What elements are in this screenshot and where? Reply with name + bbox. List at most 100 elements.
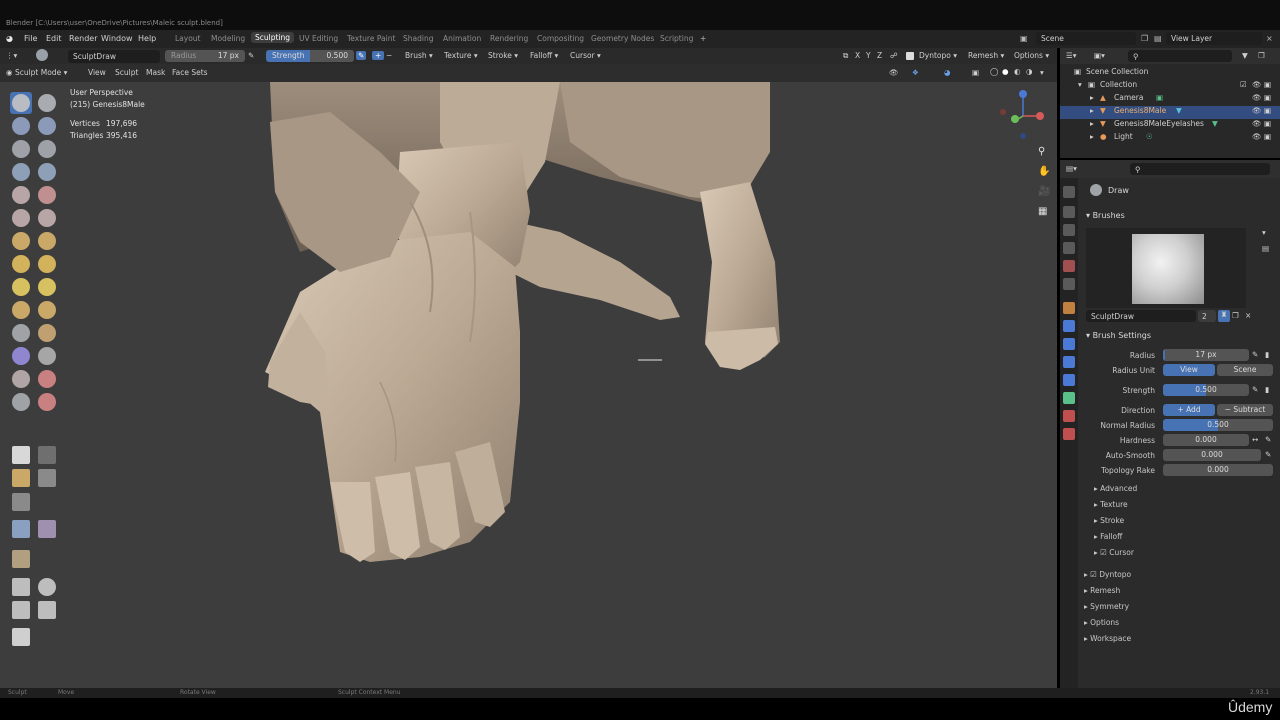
cloth-filter-icon[interactable] xyxy=(38,520,56,538)
overlays-icon[interactable]: ◕ xyxy=(944,68,951,77)
outliner-search-input[interactable]: ⚲ xyxy=(1128,50,1232,62)
draw-face-sets-brush-icon[interactable] xyxy=(38,393,56,411)
strength-pin-icon[interactable]: ▮ xyxy=(1265,385,1269,394)
elastic-deform-brush-icon[interactable] xyxy=(12,278,30,296)
tab-sculpting[interactable]: Sculpting xyxy=(251,32,295,43)
brush-preview-frame[interactable] xyxy=(1086,228,1246,308)
shading-rendered-icon[interactable]: ◑ xyxy=(1026,67,1033,76)
camera-view-icon[interactable]: 🎥 xyxy=(1038,186,1050,197)
outliner-editor-icon[interactable]: ☰▾ xyxy=(1066,51,1077,60)
inflate-brush-icon[interactable] xyxy=(12,163,30,181)
navigation-gizmo[interactable] xyxy=(995,86,1055,146)
menu-window[interactable]: Window xyxy=(101,34,133,43)
scene-tab-icon[interactable] xyxy=(1063,260,1075,272)
clay-thumb-brush-icon[interactable] xyxy=(12,140,30,158)
annotate-tool-icon[interactable] xyxy=(12,628,30,646)
direction-add-button[interactable]: + Add xyxy=(1163,404,1215,416)
boundary-brush-icon[interactable] xyxy=(38,347,56,365)
expand-arrow-icon[interactable]: ▸ xyxy=(1090,106,1094,115)
blob-brush-icon[interactable] xyxy=(38,163,56,181)
nudge-brush-icon[interactable] xyxy=(12,324,30,342)
normal-radius-field[interactable]: 0.500 xyxy=(1163,419,1273,431)
pose-brush-icon[interactable] xyxy=(38,301,56,319)
simplify-brush-icon[interactable] xyxy=(38,370,56,388)
fill-brush-icon[interactable] xyxy=(38,209,56,227)
outliner-row-scene-collection[interactable]: ▣ Scene Collection xyxy=(1060,67,1280,80)
direction-add-icon[interactable]: + xyxy=(372,51,385,60)
brush-presets-icon[interactable]: ▤ xyxy=(1262,244,1269,253)
brush-menu[interactable]: Brush ▾ xyxy=(405,51,433,60)
radius-unit-scene-button[interactable]: Scene xyxy=(1217,364,1273,376)
multiplane-scrape-brush-icon[interactable] xyxy=(38,232,56,250)
view-layer-tab-icon[interactable] xyxy=(1063,242,1075,254)
transform-tool-icon[interactable] xyxy=(38,601,56,619)
camera-render-icon[interactable]: ▣ xyxy=(1264,132,1271,141)
tab-texture-paint[interactable]: Texture Paint xyxy=(347,34,395,43)
tab-shading[interactable]: Shading xyxy=(403,34,433,43)
properties-search-input[interactable]: ⚲ xyxy=(1130,163,1270,175)
outliner-row-camera[interactable]: ▸ ▲ Camera ▣ 👁 ▣ xyxy=(1060,93,1280,106)
falloff-menu[interactable]: Falloff ▾ xyxy=(530,51,558,60)
draw-sharp-brush-icon[interactable] xyxy=(38,94,56,112)
clay-strips-brush-icon[interactable] xyxy=(38,117,56,135)
modifier-tab-icon[interactable] xyxy=(1063,320,1075,332)
subpanel-cursor[interactable]: ▸ ☑ Cursor xyxy=(1094,548,1134,557)
filter-icon[interactable]: ▼ xyxy=(1242,51,1248,60)
grab-brush-icon[interactable] xyxy=(38,255,56,273)
tab-scripting[interactable]: Scripting xyxy=(660,34,693,43)
eye-icon[interactable]: 👁 xyxy=(1252,106,1262,115)
radius-pin-icon[interactable]: ▮ xyxy=(1265,350,1269,359)
panel-symmetry[interactable]: ▸ Symmetry xyxy=(1084,602,1129,611)
strength-pressure-icon[interactable]: ✎ xyxy=(1252,385,1258,394)
strength-pressure-icon[interactable]: ✎ xyxy=(356,51,367,60)
brush-name-field[interactable]: SculptDraw xyxy=(68,50,160,63)
draw-brush-icon[interactable] xyxy=(12,94,30,112)
line-project-icon[interactable] xyxy=(12,493,30,511)
brushes-panel-header[interactable]: ▾ Brushes xyxy=(1086,211,1125,220)
scene-selector[interactable]: Scene xyxy=(1036,32,1136,45)
direction-subtract-button[interactable]: − Subtract xyxy=(1217,404,1273,416)
xray-icon[interactable]: ▣ xyxy=(972,68,979,77)
camera-render-icon[interactable]: ▣ xyxy=(1264,106,1271,115)
subpanel-stroke[interactable]: ▸ Stroke xyxy=(1094,516,1124,525)
scrape-brush-icon[interactable] xyxy=(12,232,30,250)
hardness-field[interactable]: 0.000 xyxy=(1163,434,1249,446)
snake-hook-brush-icon[interactable] xyxy=(38,278,56,296)
brush-users-count[interactable]: 2 xyxy=(1198,310,1216,322)
cloth-brush-icon[interactable] xyxy=(12,370,30,388)
strength-slider[interactable]: Strength 0.500 xyxy=(266,50,354,62)
editor-type-icon[interactable]: ⋮▾ xyxy=(6,51,17,60)
unlink-brush-icon[interactable]: × xyxy=(1245,311,1251,320)
tab-geometry-nodes[interactable]: Geometry Nodes xyxy=(591,34,654,43)
menu-help[interactable]: Help xyxy=(138,34,156,43)
close-view-layer-icon[interactable]: × xyxy=(1266,34,1273,43)
eye-icon[interactable]: 👁 xyxy=(1252,80,1262,89)
mask-brush-icon[interactable] xyxy=(12,393,30,411)
radius-field[interactable]: 17 px xyxy=(1163,349,1249,361)
output-tab-icon[interactable] xyxy=(1063,224,1075,236)
menu-face-sets[interactable]: Face Sets xyxy=(172,68,208,77)
menu-view[interactable]: View xyxy=(88,68,106,77)
pinch-brush-icon[interactable] xyxy=(12,255,30,273)
box-face-set-icon[interactable] xyxy=(12,469,30,487)
3d-viewport[interactable]: User Perspective (215) Genesis8Male Vert… xyxy=(0,82,1057,688)
duplicate-brush-icon[interactable]: ❐ xyxy=(1232,311,1239,320)
menu-render[interactable]: Render xyxy=(69,34,97,43)
subpanel-advanced[interactable]: ▸ Advanced xyxy=(1094,484,1137,493)
shading-material-icon[interactable]: ◐ xyxy=(1014,67,1021,76)
thumb-brush-icon[interactable] xyxy=(12,301,30,319)
eye-icon[interactable]: 👁 xyxy=(1252,132,1262,141)
box-hide-icon[interactable] xyxy=(38,446,56,464)
brush-preview-chevron-icon[interactable]: ▾ xyxy=(1262,228,1266,237)
axis-z-toggle[interactable]: Z xyxy=(877,51,882,60)
subpanel-falloff[interactable]: ▸ Falloff xyxy=(1094,532,1122,541)
world-tab-icon[interactable] xyxy=(1063,278,1075,290)
strength-field[interactable]: 0.500 xyxy=(1163,384,1249,396)
tab-modeling[interactable]: Modeling xyxy=(211,34,245,43)
slide-relax-brush-icon[interactable] xyxy=(12,347,30,365)
blender-logo-icon[interactable]: ◕ xyxy=(6,34,13,43)
hardness-pressure-icon[interactable]: ✎ xyxy=(1265,435,1271,444)
pan-hand-icon[interactable]: ✋ xyxy=(1038,166,1050,177)
gizmo-icon[interactable]: ❖ xyxy=(912,68,919,77)
camera-render-icon[interactable]: ▣ xyxy=(1264,119,1271,128)
